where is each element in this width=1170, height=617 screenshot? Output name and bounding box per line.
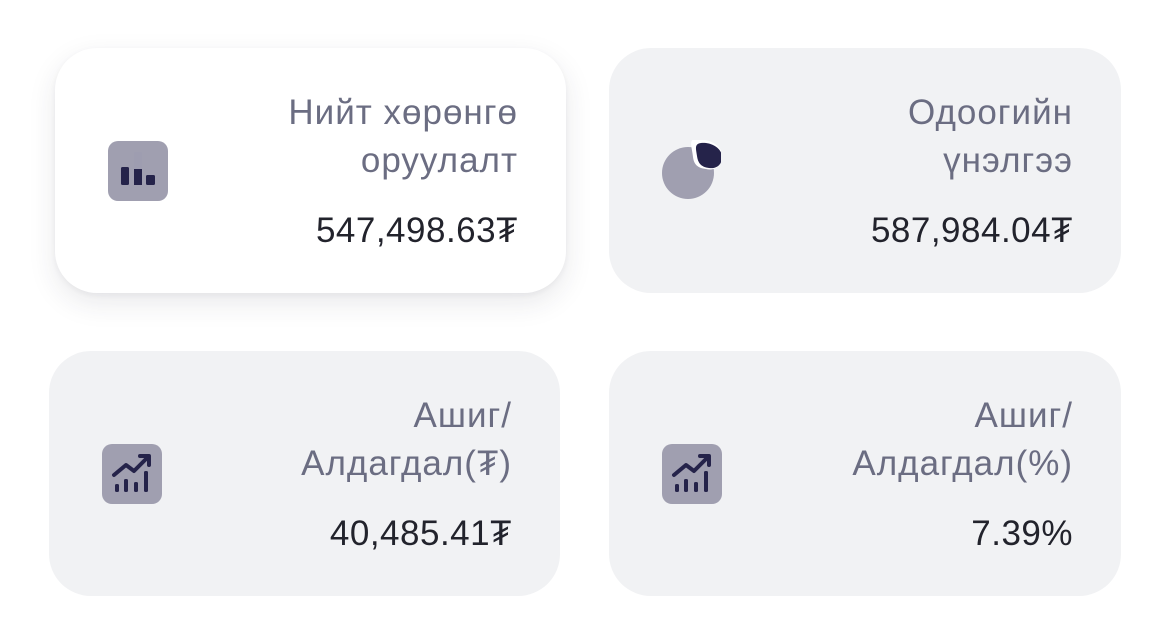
profit-loss-percent-card[interactable]: Ашиг/ Алдагдал(%) 7.39%: [609, 351, 1121, 596]
total-investment-card[interactable]: Нийт хөрөнгө оруулалт 547,498.63₮: [55, 48, 566, 293]
card-value: 587,984.04₮: [870, 211, 1073, 250]
trending-up-icon: [102, 444, 162, 504]
bar-chart-icon: [108, 141, 168, 201]
card-label: Ашиг/ Алдагдал(₮): [301, 396, 512, 483]
card-value: 7.39%: [971, 514, 1073, 553]
card-label: Ашиг/ Алдагдал(%): [852, 396, 1073, 483]
current-valuation-card[interactable]: Одоогийн үнэлгээ 587,984.04₮: [609, 48, 1121, 293]
card-value: 547,498.63₮: [315, 211, 518, 250]
card-label: Нийт хөрөнгө оруулалт: [288, 93, 518, 180]
card-value: 40,485.41₮: [329, 514, 512, 553]
profit-loss-amount-card[interactable]: Ашиг/ Алдагдал(₮) 40,485.41₮: [49, 351, 560, 596]
pie-chart-icon: [661, 140, 721, 200]
trending-up-icon: [662, 444, 722, 504]
card-label: Одоогийн үнэлгээ: [907, 93, 1073, 180]
